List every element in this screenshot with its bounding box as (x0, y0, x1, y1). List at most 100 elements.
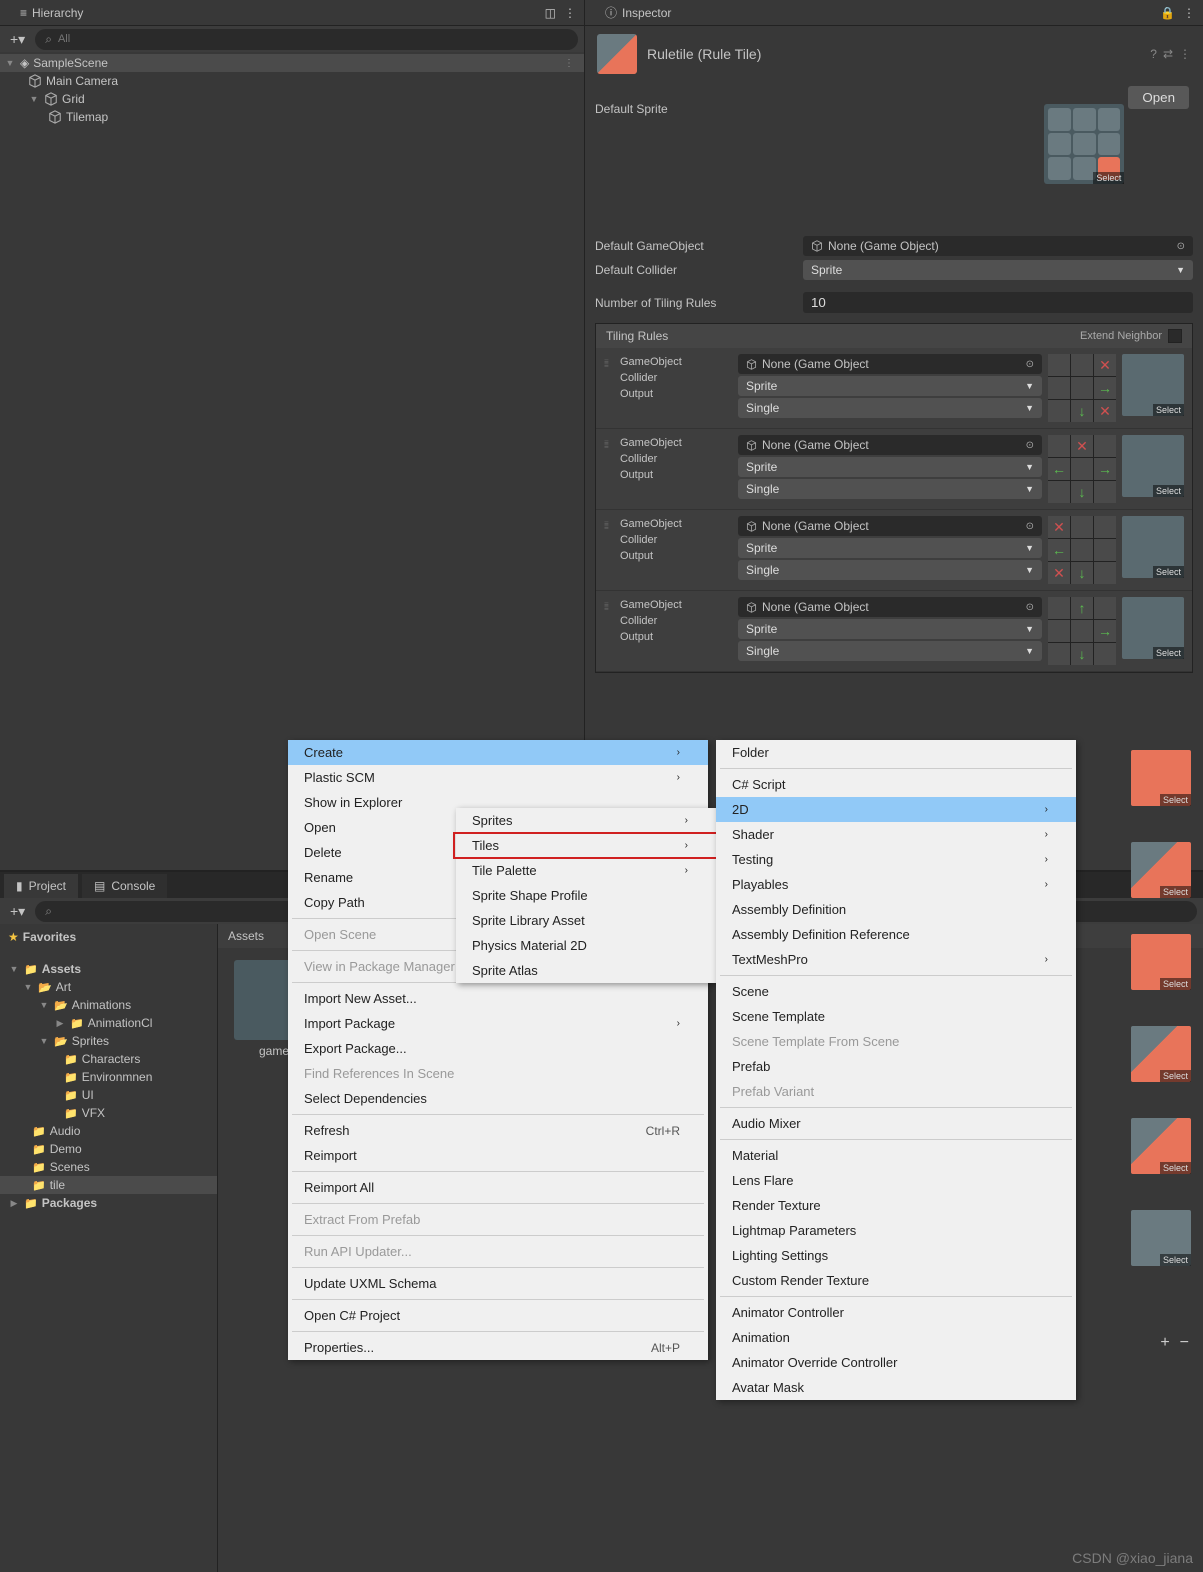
menu-physics-material-2d[interactable]: Physics Material 2D (456, 933, 716, 958)
drag-handle[interactable]: ≡≡ (604, 516, 614, 530)
grid-cell[interactable] (1048, 481, 1070, 503)
grid-cell[interactable] (1094, 435, 1116, 457)
rule-output-dropdown[interactable]: Single▼ (738, 479, 1042, 499)
drag-handle[interactable]: ≡≡ (604, 597, 614, 611)
rule-thumb[interactable]: Select (1131, 1118, 1191, 1174)
environment-folder[interactable]: 📁Environmnen (0, 1068, 217, 1086)
main-camera-item[interactable]: Main Camera (0, 72, 584, 90)
animations-folder[interactable]: ▼📂Animations (0, 996, 217, 1014)
rule-gameobject-field[interactable]: None (Game Object⊙ (738, 435, 1042, 455)
rule-output-dropdown[interactable]: Single▼ (738, 641, 1042, 661)
grid-item[interactable]: ▼ Grid (0, 90, 584, 108)
menu-animator-controller[interactable]: Animator Controller (716, 1300, 1076, 1325)
console-tab[interactable]: ▤Console (82, 874, 167, 898)
menu-lens-flare[interactable]: Lens Flare (716, 1168, 1076, 1193)
menu-material[interactable]: Material (716, 1143, 1076, 1168)
menu-folder[interactable]: Folder (716, 740, 1076, 765)
menu-scene-template[interactable]: Scene Template (716, 1004, 1076, 1029)
art-folder[interactable]: ▼📂Art (0, 978, 217, 996)
menu-lighting-settings[interactable]: Lighting Settings (716, 1243, 1076, 1268)
rule-sprite-thumb[interactable]: Select (1122, 516, 1184, 578)
menu-lightmap-params[interactable]: Lightmap Parameters (716, 1218, 1076, 1243)
expand-arrow[interactable]: ▼ (28, 94, 40, 104)
rule-gameobject-field[interactable]: None (Game Object⊙ (738, 354, 1042, 374)
menu-audio-mixer[interactable]: Audio Mixer (716, 1111, 1076, 1136)
menu-avatar-mask[interactable]: Avatar Mask (716, 1375, 1076, 1400)
menu-sprite-shape-profile[interactable]: Sprite Shape Profile (456, 883, 716, 908)
grid-cell[interactable]: ✕ (1094, 400, 1116, 422)
grid-cell[interactable]: ✕ (1071, 435, 1093, 457)
grid-cell[interactable] (1048, 620, 1070, 642)
grid-cell[interactable]: → (1094, 458, 1116, 480)
tiling-rule-item[interactable]: ≡≡ GameObject Collider Output None (Game… (596, 510, 1192, 591)
grid-cell[interactable] (1094, 481, 1116, 503)
menu-update-uxml[interactable]: Update UXML Schema (288, 1271, 708, 1296)
help-icon[interactable]: ? (1150, 47, 1157, 61)
grid-cell[interactable] (1071, 539, 1093, 561)
menu-refresh[interactable]: RefreshCtrl+R (288, 1118, 708, 1143)
grid-cell[interactable] (1048, 643, 1070, 665)
menu-tiles[interactable]: Tiles› (456, 833, 716, 858)
rule-neighbor-grid[interactable]: ↑→↓ (1048, 597, 1116, 665)
grid-cell[interactable] (1071, 620, 1093, 642)
item-menu[interactable]: ⋮ (564, 58, 580, 69)
grid-cell[interactable]: → (1094, 377, 1116, 399)
rule-collider-dropdown[interactable]: Sprite▼ (738, 619, 1042, 639)
grid-cell[interactable] (1094, 516, 1116, 538)
grid-cell[interactable]: ✕ (1094, 354, 1116, 376)
tiling-rule-item[interactable]: ≡≡ GameObject Collider Output None (Game… (596, 429, 1192, 510)
default-collider-dropdown[interactable]: Sprite▼ (803, 260, 1193, 280)
drag-handle[interactable]: ≡≡ (604, 435, 614, 449)
grid-cell[interactable]: ← (1048, 458, 1070, 480)
grid-cell[interactable] (1094, 597, 1116, 619)
menu-open-csharp[interactable]: Open C# Project (288, 1303, 708, 1328)
rule-sprite-thumb[interactable]: Select (1122, 597, 1184, 659)
grid-cell[interactable] (1048, 377, 1070, 399)
grid-cell[interactable] (1094, 562, 1116, 584)
menu-render-texture[interactable]: Render Texture (716, 1193, 1076, 1218)
menu-icon[interactable]: ⋮ (1183, 6, 1195, 20)
grid-cell[interactable]: ✕ (1048, 516, 1070, 538)
grid-cell[interactable]: ↑ (1071, 597, 1093, 619)
rule-neighbor-grid[interactable]: ✕←✕↓ (1048, 516, 1116, 584)
rule-thumb[interactable]: Select (1131, 750, 1191, 806)
grid-cell[interactable] (1094, 539, 1116, 561)
assets-folder[interactable]: ▼📁Assets (0, 960, 217, 978)
rule-thumb[interactable]: Select (1131, 1210, 1191, 1266)
hierarchy-search[interactable]: ⌕ (35, 29, 578, 50)
expand-arrow[interactable]: ▼ (4, 58, 16, 68)
grid-cell[interactable]: ← (1048, 539, 1070, 561)
grid-cell[interactable]: ✕ (1048, 562, 1070, 584)
rule-gameobject-field[interactable]: None (Game Object⊙ (738, 516, 1042, 536)
menu-shader[interactable]: Shader› (716, 822, 1076, 847)
menu-assembly-def[interactable]: Assembly Definition (716, 897, 1076, 922)
grid-cell[interactable] (1071, 377, 1093, 399)
menu-import-new-asset[interactable]: Import New Asset... (288, 986, 708, 1011)
grid-cell[interactable] (1048, 400, 1070, 422)
add-button[interactable]: +▾ (6, 903, 29, 920)
menu-sprites[interactable]: Sprites› (456, 808, 716, 833)
scenes-folder[interactable]: 📁Scenes (0, 1158, 217, 1176)
menu-2d[interactable]: 2D› (716, 797, 1076, 822)
tiling-rule-item[interactable]: ≡≡ GameObject Collider Output None (Game… (596, 348, 1192, 429)
default-sprite-preview[interactable]: Select (1044, 104, 1124, 184)
grid-cell[interactable]: ↓ (1071, 400, 1093, 422)
menu-icon[interactable]: ⋮ (1179, 47, 1191, 61)
rule-gameobject-field[interactable]: None (Game Object⊙ (738, 597, 1042, 617)
rule-output-dropdown[interactable]: Single▼ (738, 560, 1042, 580)
menu-select-dependencies[interactable]: Select Dependencies (288, 1086, 708, 1111)
select-label[interactable]: Select (1093, 172, 1124, 184)
menu-icon[interactable]: ⋮ (564, 6, 576, 20)
menu-tile-palette[interactable]: Tile Palette› (456, 858, 716, 883)
open-button[interactable]: Open (1128, 86, 1189, 109)
sprites-folder[interactable]: ▼📂Sprites (0, 1032, 217, 1050)
add-button[interactable]: +▾ (6, 31, 29, 48)
menu-properties[interactable]: Properties...Alt+P (288, 1335, 708, 1360)
grid-cell[interactable]: ↓ (1071, 643, 1093, 665)
rule-collider-dropdown[interactable]: Sprite▼ (738, 457, 1042, 477)
grid-cell[interactable] (1071, 354, 1093, 376)
menu-animator-override[interactable]: Animator Override Controller (716, 1350, 1076, 1375)
menu-playables[interactable]: Playables› (716, 872, 1076, 897)
rule-collider-dropdown[interactable]: Sprite▼ (738, 376, 1042, 396)
menu-scene[interactable]: Scene (716, 979, 1076, 1004)
